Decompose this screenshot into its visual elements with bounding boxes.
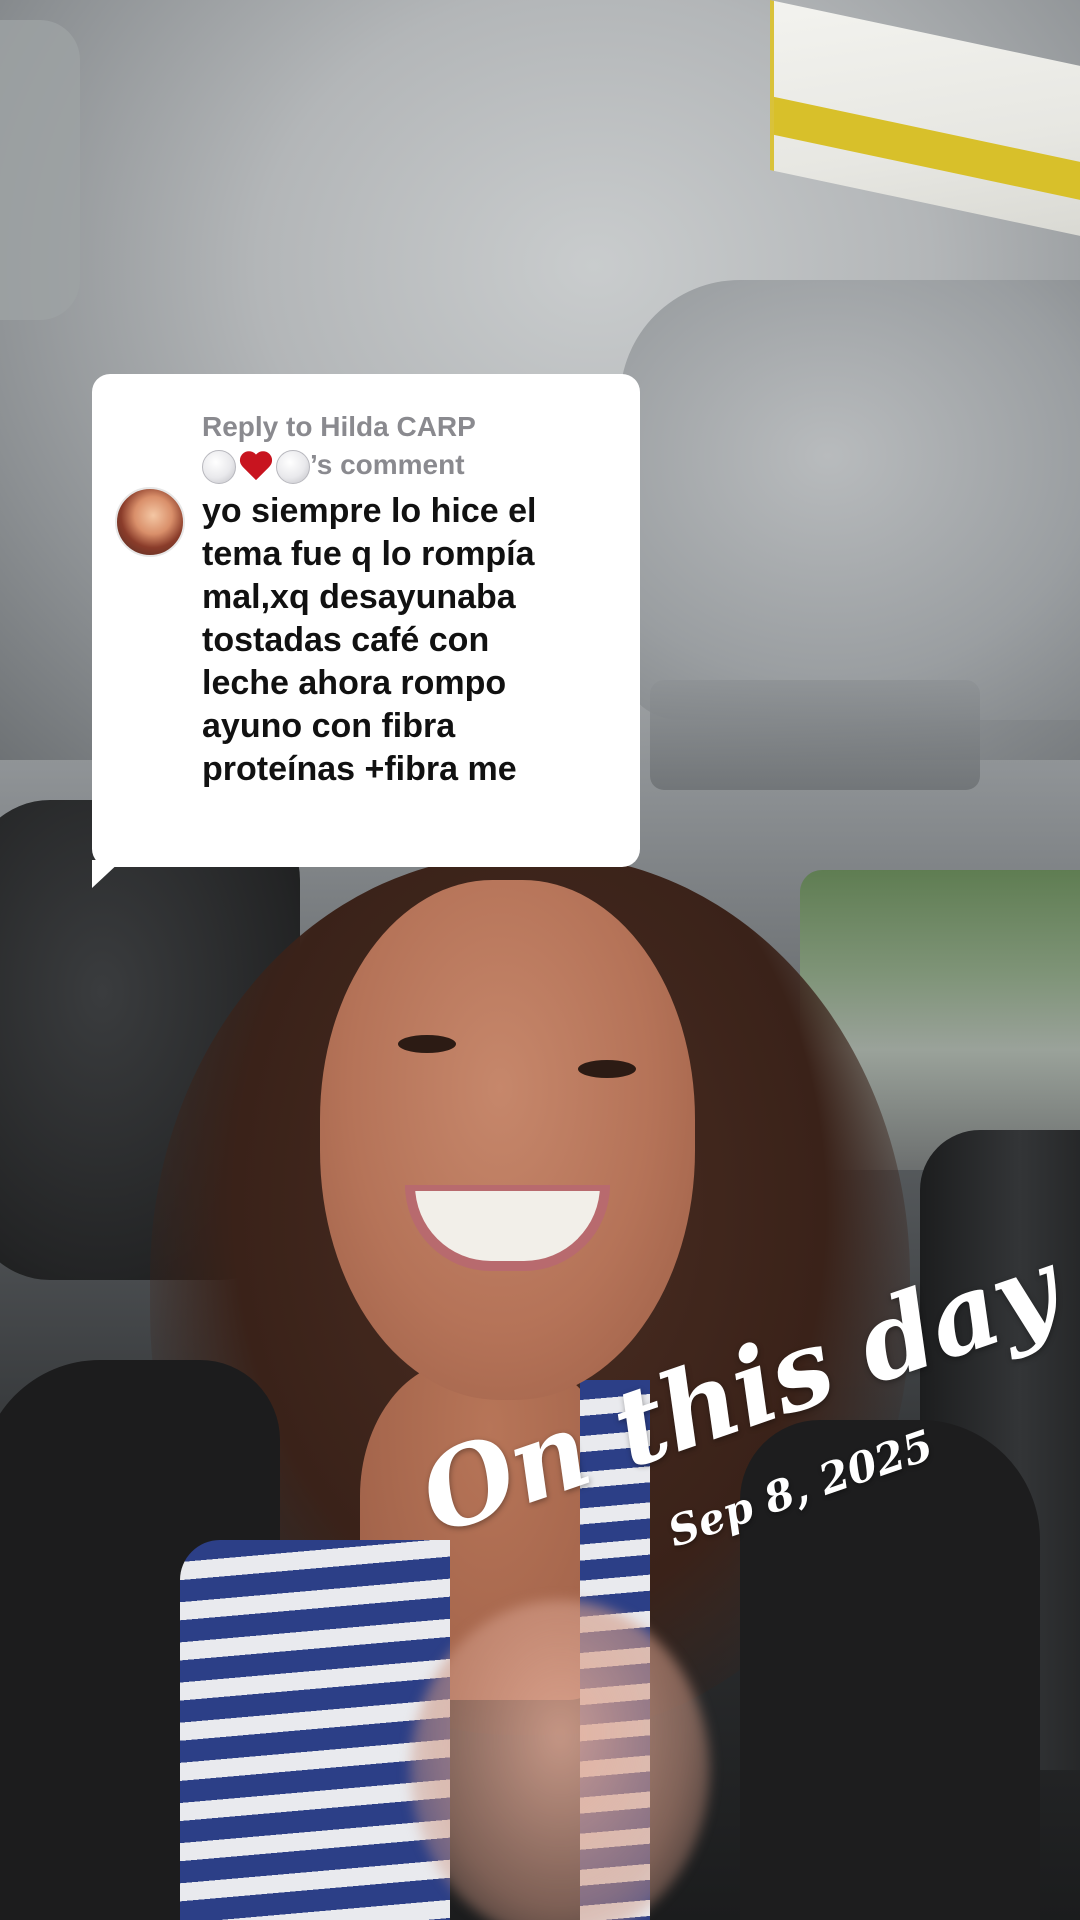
sun-visor-left xyxy=(0,20,80,320)
comment-text: yo siempre lo hice el tema fue q lo romp… xyxy=(202,492,537,788)
striped-shirt xyxy=(180,1540,450,1920)
commenter-avatar[interactable] xyxy=(115,487,185,557)
person-eye-left xyxy=(398,1035,456,1053)
white-circle-icon xyxy=(276,449,310,484)
reply-header-prefix: Reply to Hilda CARP xyxy=(202,411,476,442)
reply-header-suffix: ’s comment xyxy=(310,449,465,480)
username-emojis xyxy=(202,449,310,484)
white-circle-icon xyxy=(202,449,236,484)
roof-panel xyxy=(620,280,1080,720)
reply-header: Reply to Hilda CARP ’s comment xyxy=(202,408,622,484)
reply-card-tail xyxy=(92,860,122,888)
video-frame[interactable]: Reply to Hilda CARP ’s comment yo siempr… xyxy=(0,0,1080,1920)
dome-light xyxy=(650,680,980,790)
person-eye-right xyxy=(578,1060,636,1078)
person-face xyxy=(320,880,695,1400)
red-heart-icon xyxy=(238,450,274,484)
